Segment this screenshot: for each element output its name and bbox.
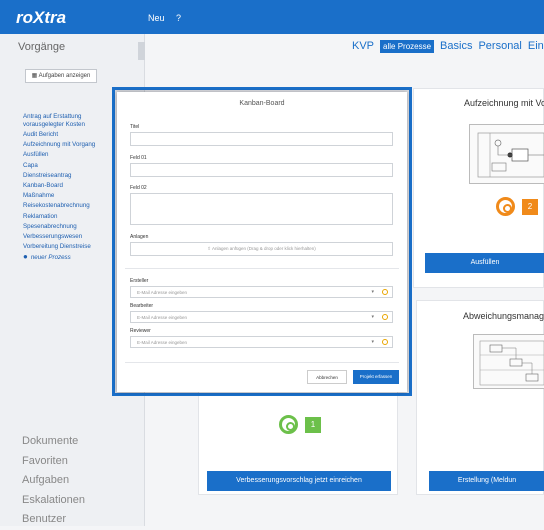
new-menu[interactable]: Neu	[148, 13, 165, 23]
process-list: Antrag auf Erstattung vorausgelegter Kos…	[23, 113, 101, 262]
sidebar-item-reisekosten[interactable]: Reisekostenabrechnung	[23, 201, 101, 211]
count-badge: 1	[305, 417, 321, 433]
editor-placeholder: E-Mail Adresse eingeben	[137, 315, 188, 320]
sidebar-bottom-nav: Dokumente Favoriten Aufgaben Eskalatione…	[22, 432, 85, 530]
nav-favoriten[interactable]: Favoriten	[22, 452, 85, 472]
sidebar-collapse-handle[interactable]	[138, 42, 145, 60]
tab-alle-prozesse[interactable]: alle Prozesse	[380, 40, 435, 53]
bpmn-diagram-icon	[479, 340, 544, 386]
grid-icon: ▦	[31, 73, 38, 79]
tab-ein[interactable]: Ein	[528, 40, 544, 52]
count-badge: 2	[522, 199, 538, 215]
sidebar-item-aufzeichnung[interactable]: Aufzeichnung mit Vorgang	[23, 140, 101, 150]
tab-personal[interactable]: Personal	[478, 40, 521, 52]
help-menu[interactable]: ?	[176, 13, 181, 23]
target-icon	[279, 415, 298, 434]
divider	[125, 268, 399, 269]
title-input[interactable]	[130, 132, 393, 146]
tab-basics[interactable]: Basics	[440, 40, 472, 52]
sidebar-item-capa[interactable]: Capa	[23, 161, 101, 171]
card-title: Abweichungsmanag	[463, 311, 544, 321]
sidebar-item-audit[interactable]: Audit Bericht	[23, 130, 101, 140]
create-project-button[interactable]: Projekt erfassen	[353, 370, 399, 384]
show-tasks-button[interactable]: ▦ Aufgaben anzeigen	[25, 69, 97, 83]
top-nav: Neu ?	[148, 13, 190, 23]
nav-benutzer[interactable]: Benutzer	[22, 510, 85, 530]
sidebar-item-ausfuellen[interactable]: Ausfüllen	[23, 150, 101, 160]
sidebar-item-spesen[interactable]: Spesenabrechnung	[23, 222, 101, 232]
process-diagram-image	[473, 334, 544, 389]
nav-eskalationen[interactable]: Eskalationen	[22, 491, 85, 511]
reviewer-email-input[interactable]: E-Mail Adresse eingeben ▾	[130, 336, 393, 348]
nav-dokumente[interactable]: Dokumente	[22, 432, 85, 452]
new-process-label: neuer Prozess	[30, 254, 71, 262]
brand-logo[interactable]: roXtra	[16, 8, 66, 28]
title-label: Titel	[130, 124, 140, 130]
bpmn-diagram-icon	[477, 132, 544, 178]
creator-label: Ersteller	[130, 278, 149, 284]
sidebar-item-massnahme[interactable]: Maßnahme	[23, 191, 101, 201]
field02-label: Feld 02	[130, 185, 147, 191]
process-card-abweichung: Abweichungsmanag Erstellung (Meldun	[416, 300, 544, 495]
chevron-down-icon[interactable]: ▾	[371, 337, 374, 348]
sidebar-item-verbesserung[interactable]: Verbesserungswesen	[23, 232, 101, 242]
fill-out-button[interactable]: Ausfüllen	[425, 253, 544, 273]
plus-circle-icon: ●	[23, 252, 28, 262]
sidebar-item-reklamation[interactable]: Reklamation	[23, 212, 101, 222]
dialog-title: Kanban-Board	[239, 100, 285, 107]
nav-aufgaben[interactable]: Aufgaben	[22, 471, 85, 491]
sidebar-item-kanban[interactable]: Kanban-Board	[23, 181, 101, 191]
field01-label: Feld 01	[130, 155, 147, 161]
upload-hint: Anlagen anfügen (Drag & drop oder klick …	[211, 246, 316, 251]
card-title: Aufzeichnung mit Vo	[464, 98, 544, 108]
warning-icon	[382, 339, 388, 345]
warning-icon	[382, 289, 388, 295]
divider	[125, 362, 399, 363]
show-tasks-label: Aufgaben anzeigen	[38, 73, 91, 79]
kanban-board-dialog: Kanban-Board Titel Feld 01 Feld 02 Anlag…	[117, 92, 407, 392]
sidebar-title: Vorgänge	[18, 41, 66, 53]
editor-email-input[interactable]: E-Mail Adresse eingeben ▾	[130, 311, 393, 323]
submit-improvement-button[interactable]: Verbesserungsvorschlag jetzt einreichen	[207, 471, 391, 491]
warning-icon	[382, 314, 388, 320]
creator-placeholder: E-Mail Adresse eingeben	[137, 290, 188, 295]
sidebar-item-dienstreiseantrag[interactable]: Dienstreiseantrag	[23, 171, 101, 181]
sidebar-item-vorbereitung[interactable]: Vorbereitung Dienstreise	[23, 242, 101, 252]
process-diagram-image	[469, 124, 544, 184]
target-icon	[496, 197, 515, 216]
process-card-aufzeichnung: Aufzeichnung mit Vo 2 Ausfüllen	[413, 88, 544, 288]
cancel-button[interactable]: Abbrechen	[307, 370, 347, 384]
field01-input[interactable]	[130, 163, 393, 177]
top-bar: roXtra Neu ?	[0, 0, 544, 34]
attachments-label: Anlagen	[130, 234, 149, 240]
category-tabs: KVP alle Prozesse Basics Personal Ein	[352, 40, 544, 53]
field02-textarea[interactable]	[130, 193, 393, 225]
reviewer-placeholder: E-Mail Adresse eingeben	[137, 340, 188, 345]
editor-label: Bearbeiter	[130, 303, 154, 309]
chevron-down-icon[interactable]: ▾	[371, 312, 374, 323]
chevron-down-icon[interactable]: ▾	[371, 287, 374, 298]
attachments-dropzone[interactable]: ⇧ Anlagen anfügen (Drag & drop oder klic…	[130, 242, 393, 256]
create-report-button[interactable]: Erstellung (Meldun	[429, 471, 544, 491]
sidebar-item-antrag[interactable]: Antrag auf Erstattung vorausgelegter Kos…	[23, 113, 101, 130]
reviewer-label: Reviewer	[130, 328, 151, 334]
new-process-link[interactable]: ● neuer Prozess	[23, 252, 101, 262]
tab-kvp[interactable]: KVP	[352, 40, 374, 52]
creator-email-input[interactable]: E-Mail Adresse eingeben ▾	[130, 286, 393, 298]
